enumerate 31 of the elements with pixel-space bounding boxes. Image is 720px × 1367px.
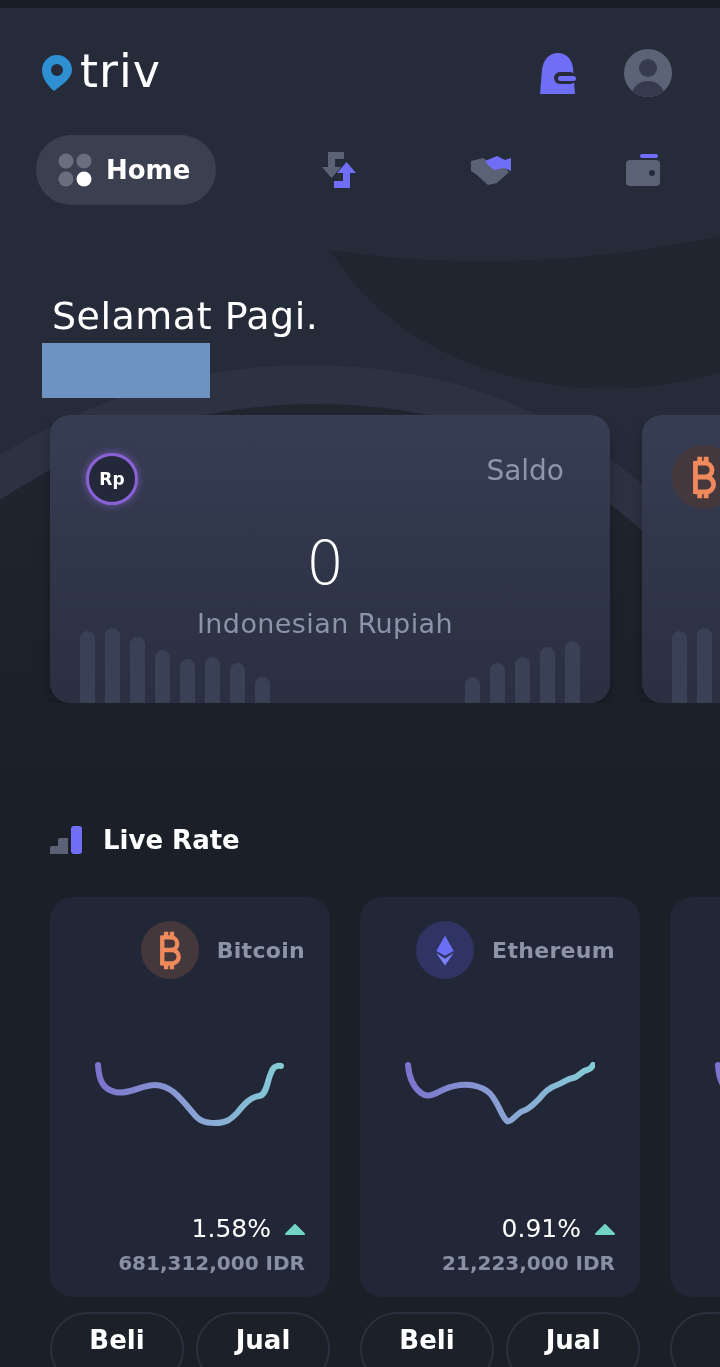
currency-name: Indonesian Rupiah xyxy=(197,607,453,641)
rupiah-badge: Rp xyxy=(86,453,138,505)
handshake-icon xyxy=(470,155,511,185)
ethereum-icon xyxy=(416,921,475,979)
coin-name: Bitcoin xyxy=(216,937,305,963)
price-text: 21,223,000 IDR xyxy=(441,1250,615,1277)
rate-card[interactable]: Bitcoin 1.58% 681,312,000 IDR xyxy=(50,897,330,1297)
price-text: 681,312,000 IDR xyxy=(117,1250,305,1277)
section-title: Live Rate xyxy=(103,825,240,855)
change-percent: 1.58% xyxy=(191,1213,271,1245)
coin-name: Ethereum xyxy=(492,937,615,963)
bitcoin-icon xyxy=(140,921,199,979)
headset-icon[interactable] xyxy=(538,52,578,94)
greeting-text: Selamat Pagi. xyxy=(52,293,319,339)
exchange-icon xyxy=(321,152,356,188)
trade-button[interactable]: Jual xyxy=(196,1312,330,1367)
trade-button[interactable]: Beli xyxy=(360,1312,494,1367)
bar-chart-icon xyxy=(50,826,82,854)
avatar-icon[interactable] xyxy=(624,49,672,97)
home-tab[interactable]: Home xyxy=(36,135,217,205)
grid-icon xyxy=(58,153,92,187)
wallet-icon xyxy=(625,154,660,186)
pin-icon xyxy=(40,54,74,92)
logo-text: triv xyxy=(80,48,161,98)
trade-button[interactable]: Beli xyxy=(50,1312,184,1367)
balance-label: Saldo xyxy=(486,457,564,485)
trade-button[interactable]: Jual xyxy=(506,1312,640,1367)
change-percent: 0.91% xyxy=(501,1213,581,1245)
rate-card[interactable]: Ethereum 0.91% 21,223,000 IDR xyxy=(360,897,640,1297)
balance-amount: 0 xyxy=(305,533,345,593)
bitcoin-icon xyxy=(672,445,720,509)
